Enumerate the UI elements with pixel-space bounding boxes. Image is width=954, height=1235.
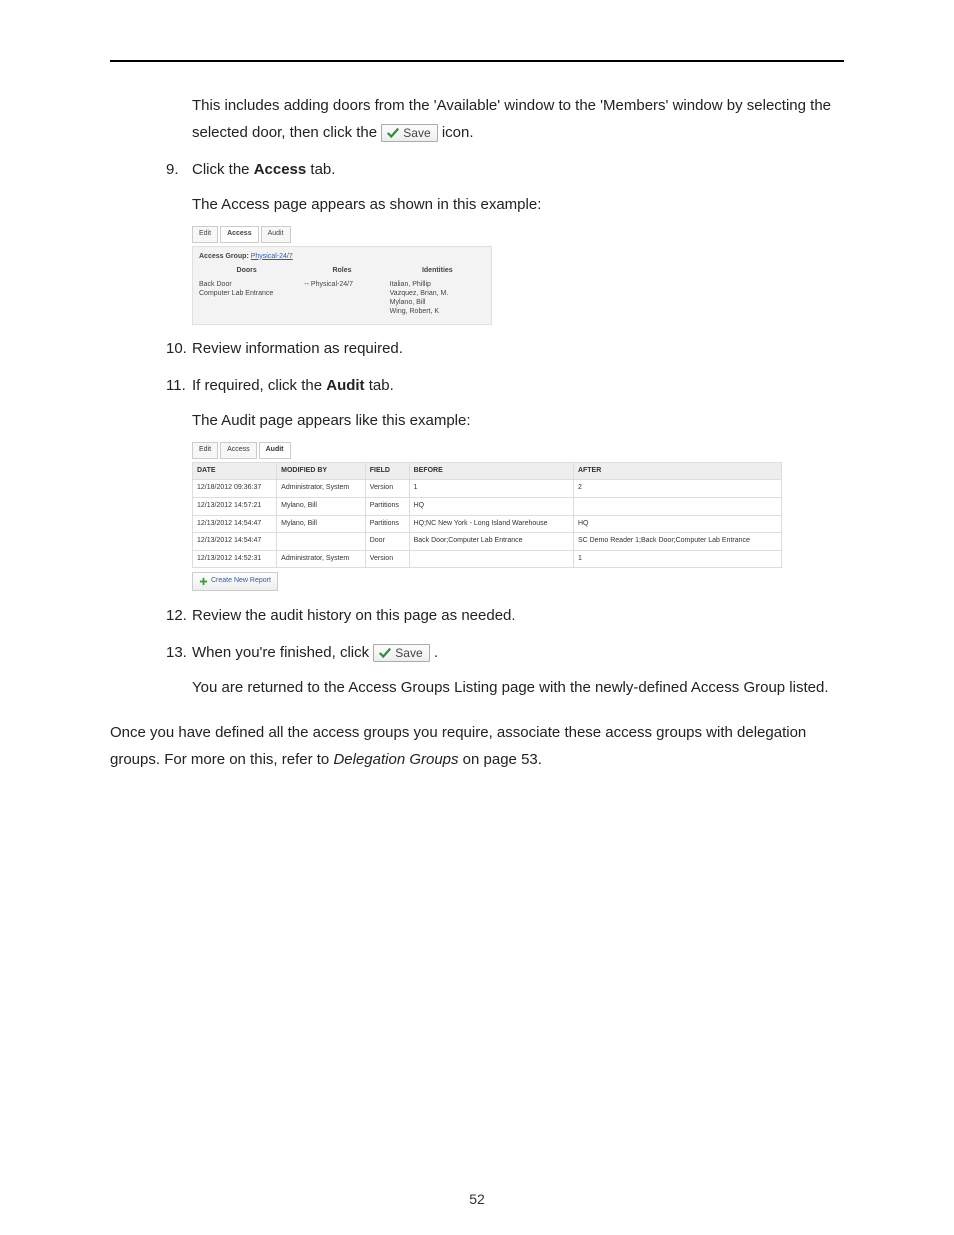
checkmark-icon: [378, 646, 392, 660]
audit-cell: HQ;NC New York - Long Island Warehouse: [409, 515, 573, 533]
identity-item: Vazquez, Brian, M.: [390, 289, 485, 298]
audit-cell: Administrator, System: [277, 550, 366, 568]
doors-header: Doors: [199, 265, 294, 278]
step-11-number: 11.: [166, 372, 192, 399]
access-group-label: Access Group:: [199, 253, 249, 260]
audit-cell: SC Demo Reader 1;Back Door;Computer Lab …: [573, 533, 781, 551]
top-rule: [110, 60, 844, 62]
step-11-sub: The Audit page appears like this example…: [192, 407, 844, 434]
audit-mock-tab-access: Access: [220, 442, 257, 459]
audit-cell: Partitions: [365, 515, 409, 533]
audit-row: 12/13/2012 14:54:47 DoorBack Door;Compute…: [193, 533, 782, 551]
access-mock-tab-edit: Edit: [192, 226, 218, 243]
identity-item: Wing, Robert, K: [390, 307, 485, 316]
audit-cell: Back Door;Computer Lab Entrance: [409, 533, 573, 551]
step-13-sub: You are returned to the Access Groups Li…: [192, 674, 844, 701]
access-page-screenshot: Edit Access Audit Access Group: Physical…: [192, 226, 492, 325]
audit-cell: 2: [573, 480, 781, 498]
create-new-report-label: Create New Report: [211, 575, 271, 588]
save-chip-label: Save: [403, 126, 430, 140]
audit-cell: Mylano, Bill: [277, 515, 366, 533]
audit-row: 12/13/2012 14:57:21Mylano, BillPartition…: [193, 497, 782, 515]
role-item: -- Physical-24/7: [294, 280, 389, 289]
audit-mock-tab-audit: Audit: [259, 442, 291, 459]
audit-th: After: [573, 462, 781, 480]
page-number: 52: [0, 1191, 954, 1207]
audit-cell: Door: [365, 533, 409, 551]
audit-cell: [573, 497, 781, 515]
save-button-inline-1[interactable]: Save: [381, 124, 437, 142]
roles-header: Roles: [294, 265, 389, 278]
checkmark-icon: [386, 126, 400, 140]
intro-text: This includes adding doors from the 'Ava…: [192, 97, 831, 141]
intro-tail: icon.: [442, 124, 474, 141]
closing-paragraph: Once you have defined all the access gro…: [110, 719, 844, 773]
audit-cell: HQ: [573, 515, 781, 533]
step-12: 12. Review the audit history on this pag…: [166, 602, 844, 629]
audit-cell: Mylano, Bill: [277, 497, 366, 515]
step-10-text: Review information as required.: [192, 335, 844, 362]
access-mock-tab-audit: Audit: [261, 226, 291, 243]
delegation-groups-ref: Delegation Groups: [333, 751, 458, 768]
step-9-sub: The Access page appears as shown in this…: [192, 191, 844, 218]
step-11: 11. If required, click the Audit tab.: [166, 372, 844, 399]
audit-cell: 12/13/2012 14:54:47: [193, 533, 277, 551]
intro-paragraph: This includes adding doors from the 'Ava…: [192, 92, 844, 146]
step-10-number: 10.: [166, 335, 192, 362]
audit-cell: Version: [365, 550, 409, 568]
identity-item: Italian, Phillip: [390, 280, 485, 289]
audit-cell: 12/13/2012 14:57:21: [193, 497, 277, 515]
audit-table: Date Modified by Field Before After 12/1…: [192, 462, 782, 569]
audit-cell: 12/13/2012 14:52:31: [193, 550, 277, 568]
plus-icon: [199, 577, 208, 586]
audit-mock-tab-edit: Edit: [192, 442, 218, 459]
audit-page-screenshot: Edit Access Audit Date Modified by Field…: [192, 442, 782, 592]
step-9: 9. Click the Access tab.: [166, 156, 844, 183]
step-13-number: 13.: [166, 639, 192, 666]
audit-cell: Version: [365, 480, 409, 498]
audit-cell: Administrator, System: [277, 480, 366, 498]
audit-row: 12/18/2012 09:36:37Administrator, System…: [193, 480, 782, 498]
audit-cell: Partitions: [365, 497, 409, 515]
audit-th: Date: [193, 462, 277, 480]
audit-bold: Audit: [326, 377, 364, 394]
save-button-inline-2[interactable]: Save: [373, 644, 429, 662]
audit-th: Before: [409, 462, 573, 480]
step-9-number: 9.: [166, 156, 192, 183]
audit-th: Field: [365, 462, 409, 480]
audit-cell: 12/18/2012 09:36:37: [193, 480, 277, 498]
access-mock-tab-access: Access: [220, 226, 259, 243]
access-group-link: Physical-24/7: [251, 253, 293, 260]
door-item: Computer Lab Entrance: [199, 289, 294, 298]
step-12-text: Review the audit history on this page as…: [192, 602, 844, 629]
step-12-number: 12.: [166, 602, 192, 629]
identity-item: Mylano, Bill: [390, 298, 485, 307]
step-10: 10. Review information as required.: [166, 335, 844, 362]
audit-row: 12/13/2012 14:54:47Mylano, BillPartition…: [193, 515, 782, 533]
step-13: 13. When you're finished, click Save .: [166, 639, 844, 666]
audit-cell: 1: [573, 550, 781, 568]
save-chip-label: Save: [395, 646, 422, 660]
audit-cell: HQ: [409, 497, 573, 515]
audit-cell: [277, 533, 366, 551]
audit-cell: 12/13/2012 14:54:47: [193, 515, 277, 533]
create-new-report-button: Create New Report: [192, 572, 278, 591]
access-bold: Access: [254, 161, 307, 178]
identities-header: Identities: [390, 265, 485, 278]
content-body: This includes adding doors from the 'Ava…: [110, 92, 844, 773]
audit-row: 12/13/2012 14:52:31Administrator, System…: [193, 550, 782, 568]
audit-cell: [409, 550, 573, 568]
audit-cell: 1: [409, 480, 573, 498]
door-item: Back Door: [199, 280, 294, 289]
audit-th: Modified by: [277, 462, 366, 480]
